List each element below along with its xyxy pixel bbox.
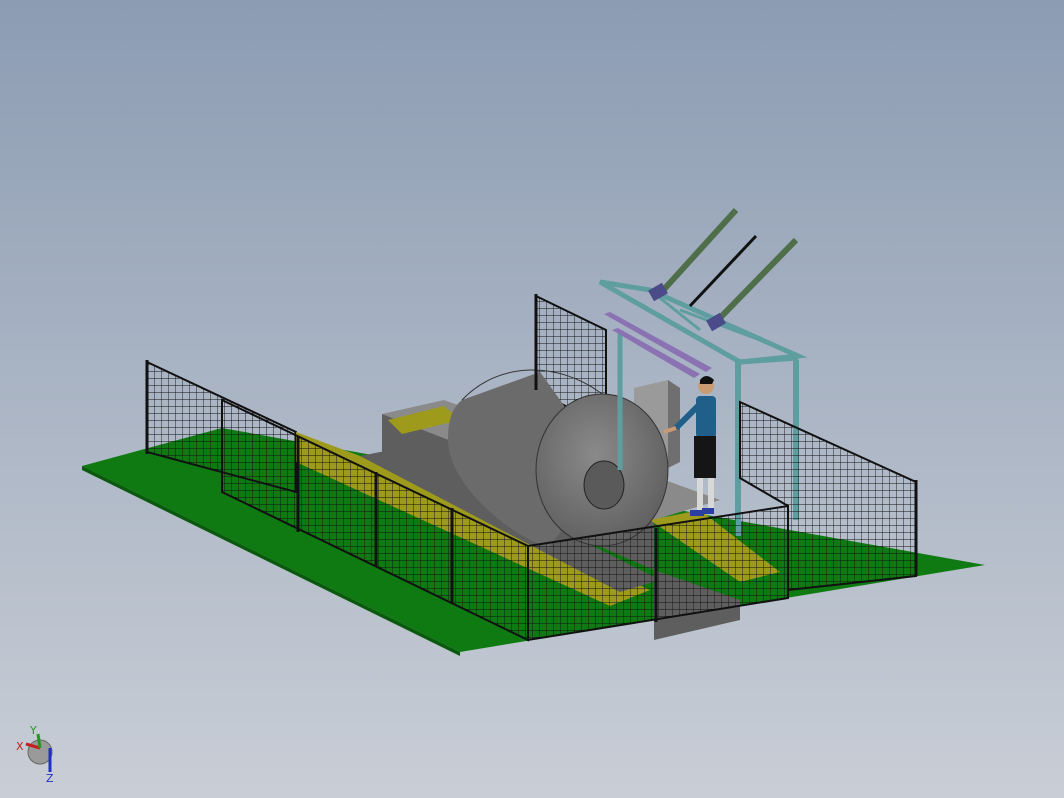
triad-x-label: X <box>16 740 24 753</box>
cad-viewport[interactable]: X Y Z <box>0 0 1064 798</box>
triad-z-label: Z <box>46 772 54 785</box>
cad-scene[interactable]: X Y Z <box>0 0 1064 798</box>
triad-y-label: Y <box>29 724 37 737</box>
